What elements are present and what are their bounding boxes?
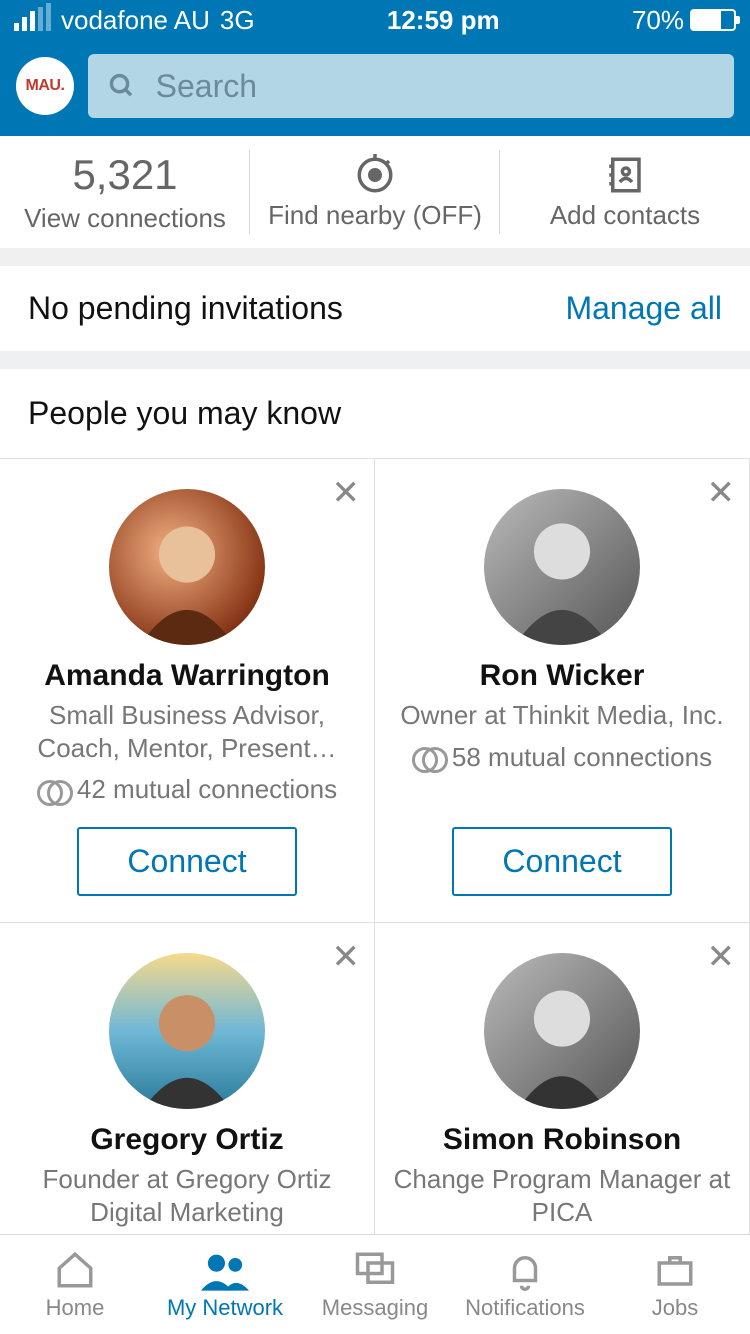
close-icon[interactable]: ✕ [332, 937, 361, 977]
app-header: MAU. [0, 40, 750, 136]
person-description: Change Program Manager at PICA [393, 1163, 731, 1228]
connect-button[interactable]: Connect [77, 827, 296, 896]
tab-label: Jobs [652, 1295, 698, 1321]
mutual-icon [37, 780, 69, 800]
home-icon [54, 1249, 96, 1291]
tab-label: Notifications [465, 1295, 585, 1321]
carrier-label: vodafone AU [61, 5, 210, 36]
bottom-tab-bar: Home My Network Messaging Notifications … [0, 1234, 750, 1334]
battery-icon [690, 9, 736, 31]
person-photo[interactable] [109, 489, 265, 645]
invitations-title: No pending invitations [28, 290, 343, 327]
person-name: Ron Wicker [480, 659, 645, 693]
tab-label: My Network [167, 1295, 283, 1321]
person-name: Amanda Warrington [44, 659, 330, 693]
invitations-section: No pending invitations Manage all [0, 266, 750, 351]
pymk-section: People you may know ✕ Amanda Warrington … [0, 369, 750, 1323]
tab-home[interactable]: Home [0, 1235, 150, 1334]
status-bar: vodafone AU 3G 12:59 pm 70% [0, 0, 750, 40]
mutual-connections: 42 mutual connections [37, 774, 337, 805]
people-icon [201, 1249, 249, 1291]
pymk-grid: ✕ Amanda Warrington Small Business Advis… [0, 458, 750, 1323]
tab-label: Home [46, 1295, 105, 1321]
connect-button[interactable]: Connect [452, 827, 671, 896]
person-name: Simon Robinson [443, 1123, 681, 1157]
find-nearby-label: Find nearby (OFF) [268, 200, 482, 231]
person-description: Small Business Advisor, Coach, Mentor, P… [18, 699, 356, 764]
signal-icon [14, 9, 51, 31]
battery-percent: 70% [632, 5, 684, 36]
status-time: 12:59 pm [255, 5, 632, 36]
search-box[interactable] [88, 54, 734, 118]
profile-avatar[interactable]: MAU. [16, 57, 74, 115]
pymk-title: People you may know [0, 369, 750, 458]
person-photo[interactable] [109, 953, 265, 1109]
tab-notifications[interactable]: Notifications [450, 1235, 600, 1334]
person-photo[interactable] [484, 489, 640, 645]
target-icon [354, 154, 396, 196]
messaging-icon [354, 1249, 396, 1291]
status-left: vodafone AU 3G [14, 5, 255, 36]
mutual-connections: 58 mutual connections [412, 742, 712, 773]
search-icon [108, 71, 136, 101]
status-right: 70% [632, 5, 736, 36]
connections-count: 5,321 [72, 151, 177, 199]
person-photo[interactable] [484, 953, 640, 1109]
connections-label: View connections [24, 203, 226, 234]
address-book-icon [604, 154, 646, 196]
person-name: Gregory Ortiz [90, 1123, 283, 1157]
top-actions-row: 5,321 View connections Find nearby (OFF)… [0, 136, 750, 248]
add-contacts-label: Add contacts [550, 200, 700, 231]
person-card: ✕ Amanda Warrington Small Business Advis… [0, 459, 375, 923]
close-icon[interactable]: ✕ [707, 937, 736, 977]
close-icon[interactable]: ✕ [707, 473, 736, 513]
tab-my-network[interactable]: My Network [150, 1235, 300, 1334]
briefcase-icon [654, 1249, 696, 1291]
bell-icon [504, 1249, 546, 1291]
find-nearby-button[interactable]: Find nearby (OFF) [250, 136, 500, 248]
search-input[interactable] [156, 68, 714, 105]
close-icon[interactable]: ✕ [332, 473, 361, 513]
tab-label: Messaging [322, 1295, 428, 1321]
tab-messaging[interactable]: Messaging [300, 1235, 450, 1334]
view-connections-button[interactable]: 5,321 View connections [0, 136, 250, 248]
add-contacts-button[interactable]: Add contacts [500, 136, 750, 248]
person-description: Founder at Gregory Ortiz Digital Marketi… [18, 1163, 356, 1228]
person-description: Owner at Thinkit Media, Inc. [400, 699, 723, 732]
person-card: ✕ Ron Wicker Owner at Thinkit Media, Inc… [375, 459, 750, 923]
invitations-header: No pending invitations Manage all [0, 266, 750, 351]
network-label: 3G [220, 5, 255, 36]
tab-jobs[interactable]: Jobs [600, 1235, 750, 1334]
manage-all-link[interactable]: Manage all [565, 290, 722, 327]
mutual-icon [412, 747, 444, 767]
